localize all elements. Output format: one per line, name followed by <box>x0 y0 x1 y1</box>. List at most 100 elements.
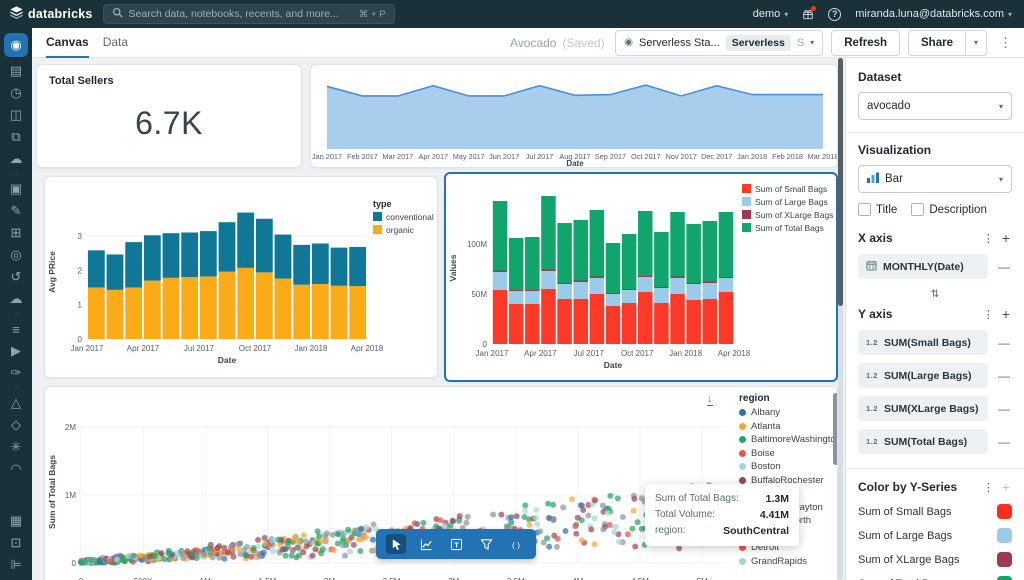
sidebar-feature-store-icon[interactable]: ◠ <box>4 458 28 480</box>
avg-price-bar-chart-card[interactable]: 0123Jan 2017Apr 2017Jul 2017Oct 2017Jan … <box>44 176 438 378</box>
text-box-tool-icon[interactable]: T <box>446 534 466 554</box>
tab-data[interactable]: Data <box>103 28 128 58</box>
legend-item-boston[interactable]: Boston <box>739 460 837 474</box>
color-swatch[interactable] <box>997 552 1012 567</box>
description-checkbox[interactable]: Description <box>911 203 987 216</box>
swap-axes-icon[interactable]: ⇅ <box>858 289 1012 300</box>
scatter-chart-card[interactable]: 0500K1M1.5M2M2.5M3M3.5M4M4.5M5M01M2MSum … <box>44 386 838 580</box>
x-axis-options-button[interactable]: ⋮ <box>977 232 1000 245</box>
remove-field-button[interactable]: — <box>996 260 1012 274</box>
area-chart: Jan 2017Feb 2017Mar 2017Apr 2017May 2017… <box>311 65 837 168</box>
serverless-status-selector[interactable]: ◉ Serverless Sta... Serverless S ▾ <box>615 30 823 56</box>
color-swatch[interactable] <box>997 576 1012 580</box>
y-axis-field-chip[interactable]: 1.2SUM(Large Bags) <box>858 363 988 388</box>
sidebar-alerts-icon[interactable]: ◎ <box>4 244 28 266</box>
legend-dot <box>739 436 746 443</box>
cursor-tool-icon[interactable] <box>386 534 406 554</box>
checkbox-icon <box>858 203 871 216</box>
refresh-button[interactable]: Refresh <box>831 30 900 56</box>
svg-text:1M: 1M <box>65 491 76 500</box>
whats-new-icon[interactable] <box>802 8 814 20</box>
area-chart-card[interactable]: Jan 2017Feb 2017Mar 2017Apr 2017May 2017… <box>310 64 838 168</box>
x-axis-add-button[interactable]: + <box>1000 230 1012 246</box>
bags-bar-chart-card-selected[interactable]: 050M100MJan 2017Apr 2017Jul 2017Oct 2017… <box>444 172 838 382</box>
serverless-badge: Serverless <box>726 35 791 51</box>
sidebar-experiments-icon[interactable]: △ <box>4 392 28 414</box>
sidebar-marketplace-icon[interactable]: ⊞ <box>4 222 28 244</box>
title-checkbox[interactable]: Title <box>858 203 897 216</box>
code-tool-icon[interactable]: ( ) <box>506 534 526 554</box>
svg-text:T: T <box>454 540 459 549</box>
svg-text:Feb 2018: Feb 2018 <box>772 152 803 161</box>
sidebar-workspace-icon[interactable]: ▤ <box>4 60 28 82</box>
remove-field-button[interactable]: — <box>996 402 1012 416</box>
sidebar-recents-icon[interactable]: ◷ <box>4 82 28 104</box>
y-axis-field-chip[interactable]: 1.2SUM(Total Bags) <box>858 429 988 454</box>
left-sidebar: ◉▤◷◫⧉☁·▣✎⊞◎↺☁·≡▶✑·△◇✳◠▦⊡⊫ <box>0 28 32 580</box>
x-axis-field-chip[interactable]: MONTHLY(Date) <box>858 254 988 279</box>
legend-item-boise[interactable]: Boise <box>739 447 837 461</box>
svg-text:Dec 2017: Dec 2017 <box>701 152 732 161</box>
visualization-select[interactable]: Bar▾ <box>858 165 1012 193</box>
counter-value: 6.7K <box>37 105 301 142</box>
legend-item-grandrapids[interactable]: GrandRapids <box>739 555 837 569</box>
color-section-label: Color by Y-Series <box>858 480 957 494</box>
sidebar-partner-connect-icon[interactable]: ⊡ <box>4 532 28 554</box>
canvas-scrollbar[interactable] <box>838 58 843 580</box>
sidebar-catalog-icon[interactable]: ◫ <box>4 104 28 126</box>
sidebar-new-button[interactable]: ◉ <box>4 33 28 57</box>
remove-field-button[interactable]: — <box>996 336 1012 350</box>
user-menu[interactable]: miranda.luna@databricks.com▾ <box>855 8 1012 20</box>
bags-bar-chart: 050M100MJan 2017Apr 2017Jul 2017Oct 2017… <box>446 174 836 382</box>
sidebar-notebooks-icon[interactable]: ✎ <box>4 200 28 222</box>
y-axis-options-button[interactable]: ⋮ <box>977 308 1000 321</box>
sidebar-workflows-icon[interactable]: ⧉ <box>4 126 28 148</box>
counter-card[interactable]: Total Sellers 6.7K <box>36 64 302 168</box>
svg-text:Avg PRice: Avg PRice <box>47 251 57 293</box>
color-series-row: Sum of Small Bags <box>858 504 1012 519</box>
remove-field-button[interactable]: — <box>996 435 1012 449</box>
dataset-select[interactable]: avocado▾ <box>858 92 1012 120</box>
sidebar-storage-icon[interactable]: ▦ <box>4 510 28 532</box>
color-swatch[interactable] <box>997 504 1012 519</box>
tab-canvas[interactable]: Canvas <box>46 28 89 58</box>
sidebar-serving-icon[interactable]: ✳ <box>4 436 28 458</box>
remove-field-button[interactable]: — <box>996 369 1012 383</box>
numeric-type-icon: 1.2 <box>866 371 878 380</box>
help-icon[interactable]: ? <box>828 8 841 21</box>
sidebar-dashboards-icon[interactable]: ▣ <box>4 178 28 200</box>
sidebar-models-icon[interactable]: ◇ <box>4 414 28 436</box>
svg-text:conventional: conventional <box>386 212 434 222</box>
databricks-logo[interactable]: databricks <box>0 6 103 22</box>
sidebar-compute-icon[interactable]: ☁ <box>4 148 28 170</box>
y-axis-add-button[interactable]: + <box>1000 306 1012 322</box>
more-options-button[interactable]: ⋮ <box>995 35 1016 51</box>
sidebar-data-ingestion-icon[interactable]: ☁ <box>4 288 28 310</box>
y-axis-field-chip[interactable]: 1.2SUM(Small Bags) <box>858 330 988 355</box>
color-options-button[interactable]: ⋮ <box>977 481 1000 494</box>
download-icon[interactable]: ↓ <box>707 393 713 406</box>
svg-text:( ): ( ) <box>512 539 520 549</box>
sidebar-query-history-icon[interactable]: ↺ <box>4 266 28 288</box>
legend-item-baltimorewashington[interactable]: BaltimoreWashington <box>739 433 837 447</box>
sidebar-collapse-sidebar-icon[interactable]: ⊫ <box>4 554 28 576</box>
color-add-button[interactable]: + <box>1000 479 1012 495</box>
legend-item-albany[interactable]: Albany <box>739 406 837 420</box>
svg-text:Sum of Small Bags: Sum of Small Bags <box>755 184 827 194</box>
sidebar-jobs-icon[interactable]: ▶ <box>4 340 28 362</box>
sidebar-queries-icon[interactable]: ≡ <box>4 318 28 340</box>
y-axis-field-chip[interactable]: 1.2SUM(XLarge Bags) <box>858 396 988 421</box>
workspace-switcher[interactable]: demo▾ <box>753 8 789 20</box>
line-chart-tool-icon[interactable] <box>416 534 436 554</box>
share-dropdown-button[interactable]: ▾ <box>965 31 986 55</box>
sidebar-dev-tools-icon[interactable]: ✑ <box>4 362 28 384</box>
global-search-input[interactable]: Search data, notebooks, recents, and mor… <box>103 4 395 24</box>
share-button[interactable]: Share <box>909 31 965 55</box>
legend-item-atlanta[interactable]: Atlanta <box>739 420 837 434</box>
share-button-group[interactable]: Share ▾ <box>908 30 987 56</box>
svg-text:0: 0 <box>483 340 488 349</box>
filter-tool-icon[interactable] <box>476 534 496 554</box>
color-swatch[interactable] <box>997 528 1012 543</box>
numeric-type-icon: 1.2 <box>866 437 878 446</box>
sidebar-divider: · <box>14 384 17 392</box>
